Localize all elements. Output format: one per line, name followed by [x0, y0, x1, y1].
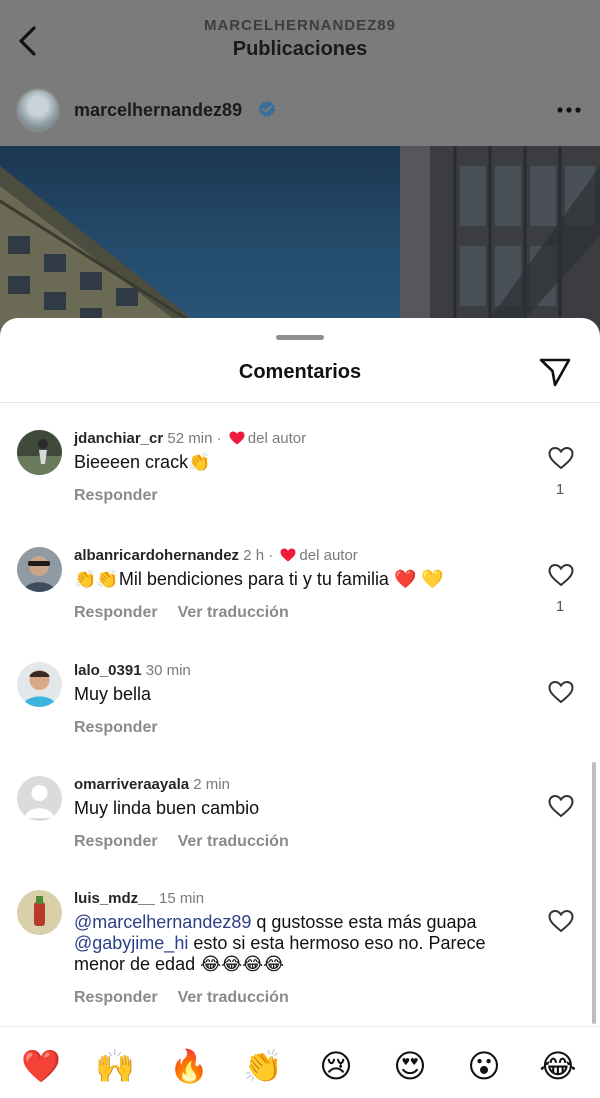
comment-meta: omarriveraayala 2 min — [74, 776, 230, 793]
comment-text: @marcelhernandez89 q gustosse esta más g… — [74, 912, 514, 975]
quick-reactions-bar: ❤️ 🙌 🔥 👏 😢 😍 😮 😂 — [0, 1038, 600, 1094]
comment-text: Muy bella — [74, 684, 152, 704]
commenter-avatar[interactable] — [17, 890, 62, 935]
commenter-avatar[interactable] — [17, 662, 62, 707]
reaction-heart-emoji[interactable]: ❤️ — [16, 1038, 66, 1094]
comment-time: 30 min — [145, 662, 191, 679]
post-header: marcelhernandez89 — [0, 80, 600, 146]
comment-actions: Responder Ver traducción — [74, 604, 289, 622]
divider — [0, 402, 600, 403]
comment-time: 15 min — [159, 890, 205, 907]
commenter-username[interactable]: jdanchiar_cr — [74, 430, 163, 447]
reply-button[interactable]: Responder — [74, 604, 158, 621]
reaction-laughing-emoji[interactable]: 😂 — [533, 1038, 583, 1094]
reaction-surprised-emoji[interactable]: 😮 — [459, 1038, 509, 1094]
comment-meta: albanricardohernandez 2 h · del autor — [74, 547, 358, 564]
see-translation-button[interactable]: Ver traducción — [178, 833, 289, 850]
see-translation-button[interactable]: Ver traducción — [178, 989, 289, 1006]
comment-actions: Responder — [74, 487, 158, 505]
post-photo-buildings — [0, 146, 600, 346]
see-translation-button[interactable]: Ver traducción — [178, 604, 289, 621]
reply-button[interactable]: Responder — [74, 719, 158, 736]
page-title: Publicaciones — [232, 38, 368, 60]
comment-text: Muy linda buen cambio — [74, 798, 260, 818]
comment-text-part: q gustosse esta más guapa — [251, 912, 477, 932]
commenter-avatar[interactable] — [17, 776, 62, 821]
reply-button[interactable]: Responder — [74, 989, 158, 1006]
comment-meta: luis_mdz__ 15 min — [74, 890, 204, 907]
author-liked-heart-icon — [280, 548, 296, 562]
commenter-username[interactable]: albanricardohernandez — [74, 547, 239, 564]
reaction-fire-emoji[interactable]: 🔥 — [164, 1038, 214, 1094]
divider — [0, 1026, 600, 1027]
comment-time: 2 h — [243, 547, 265, 564]
top-bar: MARCELHERNANDEZ89 Publicaciones — [0, 0, 600, 80]
like-count: 1 — [555, 481, 565, 498]
post-author-avatar[interactable] — [16, 88, 60, 132]
like-count: 1 — [555, 598, 565, 615]
verified-badge-icon — [258, 100, 276, 117]
like-heart-icon[interactable] — [548, 909, 574, 933]
comment-actions: Responder Ver traducción — [74, 989, 289, 1007]
commenter-username[interactable]: luis_mdz__ — [74, 890, 155, 907]
comment-actions: Responder Ver traducción — [74, 833, 289, 851]
like-heart-icon[interactable] — [548, 794, 574, 818]
reaction-crying-emoji[interactable]: 😢 — [311, 1038, 361, 1094]
author-like-label: del autor — [299, 547, 358, 564]
commenter-avatar[interactable] — [17, 547, 62, 592]
commenter-avatar[interactable] — [17, 430, 62, 475]
sheet-title: Comentarios — [238, 361, 362, 383]
send-share-icon[interactable] — [538, 356, 572, 388]
reaction-clap-emoji[interactable]: 👏 — [238, 1038, 288, 1094]
comments-scrollbar[interactable] — [592, 762, 596, 1024]
like-heart-icon[interactable] — [548, 446, 574, 470]
comment-text: 👏👏Mil bendiciones para ti y tu familia ❤… — [74, 569, 444, 589]
commenter-username[interactable]: lalo_0391 — [74, 662, 142, 679]
reaction-raised-hands-emoji[interactable]: 🙌 — [90, 1038, 140, 1094]
comment-meta: lalo_0391 30 min — [74, 662, 191, 679]
reaction-heart-eyes-emoji[interactable]: 😍 — [385, 1038, 435, 1094]
post-photo[interactable] — [0, 146, 600, 346]
like-heart-icon[interactable] — [548, 563, 574, 587]
author-like-label: del autor — [247, 430, 307, 447]
author-liked-heart-icon — [229, 431, 245, 445]
post-author-username[interactable]: marcelhernandez89 — [74, 100, 242, 121]
more-options-icon[interactable] — [556, 104, 582, 116]
comment-time: 2 min — [193, 776, 230, 793]
like-heart-icon[interactable] — [548, 680, 574, 704]
comment-actions: Responder — [74, 719, 158, 737]
mention-link[interactable]: @marcelhernandez89 — [74, 912, 251, 932]
commenter-username[interactable]: omarriveraayala — [74, 776, 189, 793]
comment-text: Bieeeen crack👏 — [74, 452, 211, 472]
sheet-drag-handle[interactable] — [276, 335, 324, 340]
mention-link[interactable]: @gabyjime_hi — [74, 933, 188, 953]
comment-time: 52 min — [167, 430, 213, 447]
reply-button[interactable]: Responder — [74, 833, 158, 850]
profile-username-header: MARCELHERNANDEZ89 — [203, 17, 396, 34]
comment-meta: jdanchiar_cr 52 min · del autor — [74, 430, 307, 447]
reply-button[interactable]: Responder — [74, 487, 158, 504]
